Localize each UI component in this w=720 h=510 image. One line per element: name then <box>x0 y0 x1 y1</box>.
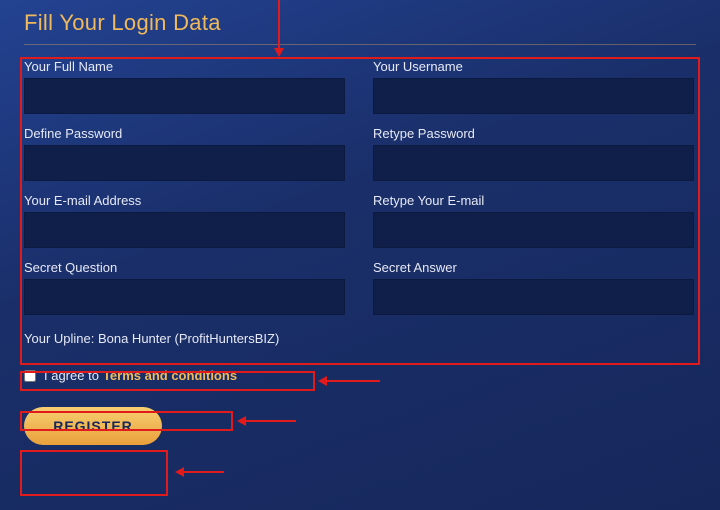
field-email2: Retype Your E-mail <box>373 191 694 248</box>
input-secret-a[interactable] <box>373 279 694 315</box>
form-grid: Your Full Name Your Username Define Pass… <box>24 57 696 321</box>
input-email2[interactable] <box>373 212 694 248</box>
input-secret-q[interactable] <box>24 279 345 315</box>
input-password[interactable] <box>24 145 345 181</box>
field-username: Your Username <box>373 57 694 114</box>
annotation-box-register <box>20 450 168 496</box>
agree-prefix: I agree to <box>44 368 99 383</box>
terms-link[interactable]: Terms and conditions <box>103 368 237 383</box>
register-button[interactable]: REGISTER <box>24 407 162 445</box>
label-email2: Retype Your E-mail <box>373 193 694 208</box>
field-email: Your E-mail Address <box>24 191 345 248</box>
input-full-name[interactable] <box>24 78 345 114</box>
input-username[interactable] <box>373 78 694 114</box>
annotation-arrow-register-head <box>175 467 184 477</box>
label-email: Your E-mail Address <box>24 193 345 208</box>
label-password2: Retype Password <box>373 126 694 141</box>
field-password2: Retype Password <box>373 124 694 181</box>
page-title: Fill Your Login Data <box>24 10 696 36</box>
field-secret-a: Secret Answer <box>373 258 694 315</box>
annotation-arrow-register-line <box>182 471 224 473</box>
field-full-name: Your Full Name <box>24 57 345 114</box>
label-secret-q: Secret Question <box>24 260 345 275</box>
label-full-name: Your Full Name <box>24 59 345 74</box>
label-password: Define Password <box>24 126 345 141</box>
input-password2[interactable] <box>373 145 694 181</box>
upline-text: Your Upline: Bona Hunter (ProfitHuntersB… <box>24 331 696 346</box>
input-email[interactable] <box>24 212 345 248</box>
field-password: Define Password <box>24 124 345 181</box>
agree-row: I agree to Terms and conditions <box>24 368 696 383</box>
field-secret-q: Secret Question <box>24 258 345 315</box>
agree-checkbox[interactable] <box>24 370 36 382</box>
label-username: Your Username <box>373 59 694 74</box>
label-secret-a: Secret Answer <box>373 260 694 275</box>
title-divider <box>24 44 696 45</box>
